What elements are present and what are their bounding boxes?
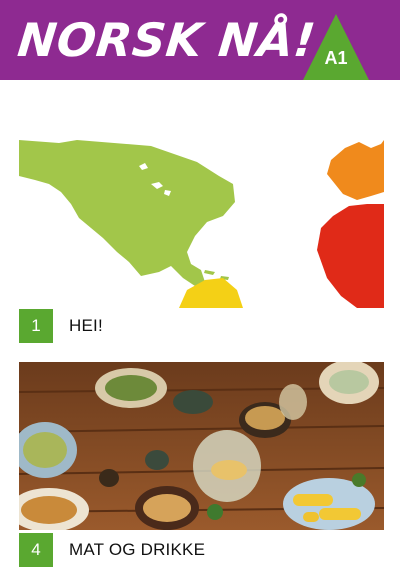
chapter-1-title: HEI! bbox=[69, 316, 103, 335]
app-title: NORSK NÅ! bbox=[15, 13, 319, 67]
chapter-1-label-row: 1 HEI! bbox=[19, 308, 384, 344]
chapter-4-title: MAT OG DRIKKE bbox=[69, 540, 206, 559]
chapter-4-image bbox=[19, 362, 384, 530]
level-label: A1 bbox=[324, 48, 348, 68]
chapter-1-image bbox=[19, 140, 384, 308]
chapter-1-number: 1 bbox=[19, 309, 53, 343]
chapter-4-number: 4 bbox=[19, 533, 53, 567]
chapter-card-4[interactable]: 4 MAT OG DRIKKE bbox=[19, 362, 384, 568]
triangle-icon bbox=[303, 14, 369, 80]
chapter-4-label-row: 4 MAT OG DRIKKE bbox=[19, 532, 384, 568]
level-badge: A1 bbox=[303, 14, 369, 80]
chapter-card-1[interactable]: 1 HEI! bbox=[19, 140, 384, 344]
header-banner: NORSK NÅ! A1 bbox=[0, 0, 400, 80]
